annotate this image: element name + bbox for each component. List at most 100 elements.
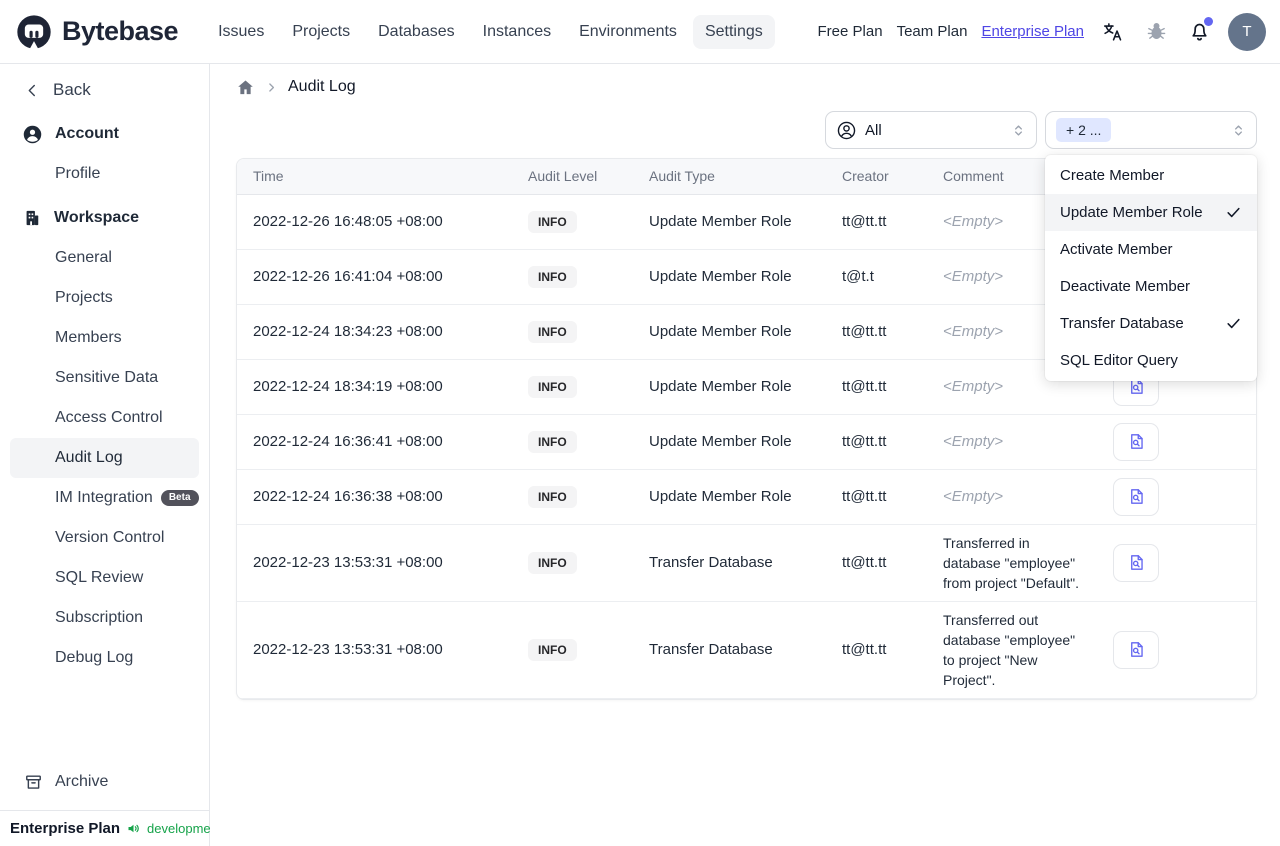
audit-type-menu-item[interactable]: Update Member Role: [1045, 194, 1257, 231]
column-header: Creator: [826, 159, 927, 195]
menu-item-label: Update Member Role: [1060, 204, 1203, 221]
audit-type-menu-item[interactable]: Deactivate Member: [1045, 268, 1257, 305]
cell-actions: [1097, 524, 1256, 601]
person-circle-icon: [836, 120, 857, 141]
sidebar-item[interactable]: Audit Log: [10, 438, 199, 478]
nav-link[interactable]: Issues: [206, 15, 276, 49]
level-badge: INFO: [528, 551, 577, 574]
back-button[interactable]: Back: [0, 70, 209, 110]
plan-links: Free Plan Team Plan Enterprise Plan: [818, 23, 1084, 40]
nav-link[interactable]: Projects: [280, 15, 362, 49]
cell-comment: Transferred out database "employee" to p…: [943, 611, 1076, 688]
settings-sidebar: Back Account Profile Workspace General P…: [0, 64, 222, 846]
cell-time: 2022-12-26 16:48:05 +08:00: [253, 213, 443, 230]
sidebar-item[interactable]: Sensitive Data: [10, 358, 199, 398]
cell-audit-type: Update Member Role: [649, 488, 792, 505]
cell-audit-type: Transfer Database: [649, 554, 773, 571]
translate-icon[interactable]: [1099, 18, 1127, 46]
nav-link[interactable]: Instances: [471, 15, 563, 49]
document-search-icon: [1127, 640, 1146, 659]
column-header: Time: [237, 159, 512, 195]
cell-audit-level: INFO: [512, 304, 633, 359]
document-search-icon: [1127, 553, 1146, 572]
table-row[interactable]: 2022-12-23 13:53:31 +08:00 INFO Transfer…: [237, 524, 1256, 601]
cell-time: 2022-12-24 18:34:23 +08:00: [253, 323, 443, 340]
sidebar-item-label: SQL Review: [55, 569, 144, 586]
table-row[interactable]: 2022-12-24 16:36:41 +08:00 INFO Update M…: [237, 414, 1256, 469]
sidebar-bottom: Archive Enterprise Plan development: [0, 762, 222, 846]
audit-type-menu: Create Member Update Member Role Activat…: [1045, 155, 1257, 381]
sidebar-item[interactable]: Debug Log: [10, 638, 199, 678]
audit-type-menu-item[interactable]: Activate Member: [1045, 231, 1257, 268]
creator-filter-select[interactable]: All: [825, 111, 1037, 149]
archive-button[interactable]: Archive: [0, 762, 209, 802]
cell-creator: tt@tt.tt: [842, 378, 887, 395]
view-detail-button[interactable]: [1113, 630, 1159, 669]
navbar-right: Free Plan Team Plan Enterprise Plan T: [818, 12, 1266, 51]
workspace-section-title: Workspace: [54, 209, 140, 226]
plan-link[interactable]: Team Plan: [897, 23, 968, 40]
sidebar-item-label: Profile: [55, 165, 101, 182]
cell-comment: <Empty>: [943, 487, 1004, 505]
sidebar-item[interactable]: IM Integration Beta: [10, 478, 199, 518]
cell-creator: tt@tt.tt: [842, 488, 887, 505]
sidebar-item-label: Debug Log: [55, 649, 134, 666]
sidebar-item-label: General: [55, 249, 112, 266]
menu-item-label: Transfer Database: [1060, 315, 1184, 332]
audit-type-filter-select[interactable]: + 2 ...: [1045, 111, 1257, 149]
table-row[interactable]: 2022-12-24 16:36:38 +08:00 INFO Update M…: [237, 469, 1256, 524]
sidebar-item[interactable]: Profile: [10, 154, 199, 194]
sidebar-item[interactable]: General: [10, 238, 199, 278]
building-icon: [22, 208, 42, 228]
table-row[interactable]: 2022-12-23 13:53:31 +08:00 INFO Transfer…: [237, 601, 1256, 698]
plan-link[interactable]: Free Plan: [818, 23, 883, 40]
sidebar-item-label: Audit Log: [55, 449, 123, 466]
cell-audit-level: INFO: [512, 359, 633, 414]
bug-icon[interactable]: [1142, 18, 1170, 46]
document-search-icon: [1127, 432, 1146, 451]
bytebase-logo[interactable]: Bytebase: [14, 12, 179, 52]
cell-creator: tt@tt.tt: [842, 641, 887, 658]
sidebar-item[interactable]: Members: [10, 318, 199, 358]
sidebar-section-workspace: Workspace: [0, 198, 209, 238]
cell-audit-level: INFO: [512, 249, 633, 304]
sidebar-item[interactable]: Access Control: [10, 398, 199, 438]
nav-link[interactable]: Databases: [366, 15, 467, 49]
sidebar-item[interactable]: Projects: [10, 278, 199, 318]
cell-actions: [1097, 414, 1256, 469]
audit-type-menu-item[interactable]: Transfer Database: [1045, 305, 1257, 342]
chevron-left-icon: [24, 82, 41, 99]
sidebar-item-label: Projects: [55, 289, 113, 306]
cell-creator: t@t.t: [842, 268, 874, 285]
menu-item-label: Deactivate Member: [1060, 278, 1191, 295]
nav-link[interactable]: Environments: [567, 15, 689, 49]
filter-row: All + 2 ...: [236, 111, 1257, 149]
sidebar-item[interactable]: Version Control: [10, 518, 199, 558]
view-detail-button[interactable]: [1113, 422, 1159, 461]
view-detail-button[interactable]: [1113, 477, 1159, 516]
notification-bell-icon[interactable]: [1185, 16, 1213, 46]
beta-badge: Beta: [160, 490, 199, 506]
cell-audit-type: Update Member Role: [649, 433, 792, 450]
audit-type-menu-item[interactable]: SQL Editor Query: [1045, 342, 1257, 379]
archive-icon: [24, 773, 43, 792]
select-arrows-icon: [1231, 123, 1246, 138]
cell-audit-type: Update Member Role: [649, 323, 792, 340]
view-detail-button[interactable]: [1113, 543, 1159, 582]
cell-creator: tt@tt.tt: [842, 323, 887, 340]
cell-audit-type: Transfer Database: [649, 641, 773, 658]
check-icon: [1225, 204, 1242, 221]
top-navbar: Bytebase Issues Projects Databases Insta…: [0, 0, 1280, 64]
sidebar-item[interactable]: SQL Review: [10, 558, 199, 598]
cell-audit-level: INFO: [512, 194, 633, 249]
plan-link[interactable]: Enterprise Plan: [981, 23, 1084, 40]
plan-footer: Enterprise Plan development: [0, 810, 222, 846]
audit-type-menu-item[interactable]: Create Member: [1045, 157, 1257, 194]
cell-time: 2022-12-24 16:36:41 +08:00: [253, 433, 443, 450]
user-avatar[interactable]: T: [1228, 12, 1266, 51]
sidebar-item[interactable]: Subscription: [10, 598, 199, 638]
level-badge: INFO: [528, 430, 577, 453]
nav-link[interactable]: Settings: [692, 14, 775, 49]
cell-time: 2022-12-24 18:34:19 +08:00: [253, 378, 443, 395]
home-icon[interactable]: [236, 78, 255, 97]
